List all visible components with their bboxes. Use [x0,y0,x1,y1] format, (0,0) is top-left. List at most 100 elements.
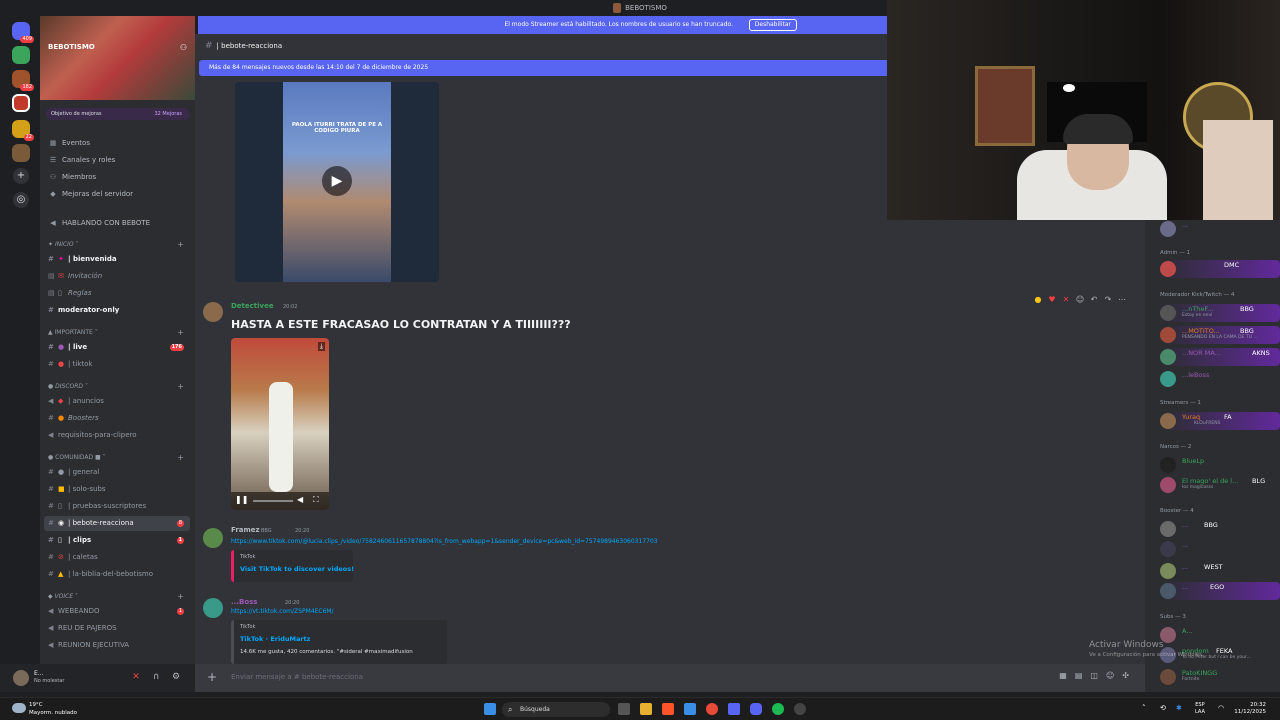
gif-icon[interactable]: ▤ [1075,671,1091,680]
avatar[interactable] [203,528,223,548]
composer-placeholder[interactable]: Enviar mensaje a # bebote-reacciona [231,673,363,681]
channel-live[interactable]: # ● | live 176 [44,340,190,355]
obs-icon[interactable] [794,703,806,715]
category-voice[interactable]: ◆ VOICE ˅ + [48,592,188,602]
gear-icon[interactable]: ⚙ [170,671,182,683]
server-name[interactable]: BEBOTISMO [48,43,95,51]
message-author[interactable]: Framez [231,526,260,534]
tray-chevron-icon[interactable]: ˄ [1142,704,1152,714]
download-icon[interactable]: ⤓ [317,342,325,351]
teams-icon[interactable] [728,703,740,715]
pause-icon[interactable]: ❚❚ [235,495,248,504]
category-comunidad[interactable]: ● COMUNIDAD ■ ˅ + [48,453,188,463]
member-item[interactable]: ... EGO [1160,582,1280,600]
store-icon[interactable] [684,703,696,715]
play-icon[interactable]: ▶ [322,166,352,196]
bluetooth-icon[interactable]: ✱ [1176,704,1186,714]
fullscreen-icon[interactable]: ⛶ [313,495,319,505]
emoji-icon[interactable]: ☺ [1106,671,1122,680]
sidebar-item-members[interactable]: ⚇ Miembros [48,170,188,184]
volume-icon[interactable]: ◀ [297,495,303,504]
category-discord[interactable]: ● DISCORD ˅ + [48,382,188,392]
add-channel-icon[interactable]: + [177,382,184,392]
add-channel-icon[interactable]: + [177,453,184,463]
disable-streamer-button[interactable]: Deshabilitar [748,19,797,31]
discover-icon[interactable]: ◎ [13,192,29,208]
channel-solo-subs[interactable]: # ■ | solo-subs [44,482,190,497]
message-link[interactable]: https://www.tiktok.com/@lucia.clips_/vid… [231,538,658,545]
reply-icon[interactable]: ↶ [1087,292,1101,308]
member-item[interactable]: DMC [1160,260,1280,278]
channel-clips[interactable]: # ▯ | clips 1 [44,533,190,548]
wifi-icon[interactable]: ◠ [1218,704,1228,714]
server-icon[interactable] [12,144,30,162]
member-item[interactable]: PatoKINGG Fortnite [1160,668,1280,686]
channel-invitacion[interactable]: ▤ ✉ Invitación [44,269,190,284]
embed-title[interactable]: TikTok · EriduMartz [240,635,310,643]
message-author[interactable]: ...Boss [231,598,257,606]
member-item[interactable]: ... WEST [1160,562,1280,580]
message-link[interactable]: https://vt.tiktok.com/ZSPM4EC6M/ [231,608,334,615]
apps-icon[interactable]: ✣ [1122,671,1137,680]
spotify-icon[interactable] [772,703,784,715]
mute-mic-icon[interactable]: ✕ [130,671,142,683]
member-item[interactable]: ... [1160,220,1280,238]
member-item[interactable]: ...NOR MA... AKNS [1160,348,1280,366]
avatar[interactable] [203,598,223,618]
channel-boosters[interactable]: # ● Boosters [44,411,190,426]
network-icon[interactable]: ⟲ [1160,704,1170,714]
forward-icon[interactable]: ↷ [1101,292,1115,308]
member-item[interactable]: ...nTheF... BBG Estoy en envi [1160,304,1280,322]
voice-webeando[interactable]: ◀ WEBEANDO 1 [44,604,190,619]
sticker-icon[interactable]: ◫ [1090,671,1106,680]
member-item[interactable]: Yuraq FA KLOuFRENS [1160,412,1280,430]
language-indicator[interactable]: ESP LAA [1195,702,1205,716]
brave-icon[interactable] [662,703,674,715]
add-channel-icon[interactable]: + [177,328,184,338]
taskbar-search[interactable]: ⌕ Búsqueda [502,702,610,717]
discord-icon[interactable] [750,703,762,715]
video-player[interactable]: ❚❚ ◀ ⛶ ⤓ [231,338,329,510]
sidebar-item-boosts[interactable]: ◆ Mejoras del servidor [48,187,188,201]
category-importante[interactable]: ▲ IMPORTANTE ˅ + [48,328,188,338]
reaction-x-icon[interactable]: ✕ [1059,292,1073,308]
member-item[interactable]: El mago' el de l... BLG los magicosss [1160,476,1280,494]
attach-plus-icon[interactable]: + [207,670,217,684]
channel-general[interactable]: # ● | general [44,465,190,480]
category-inicio[interactable]: ✦ INICIO ˅ + [48,240,188,250]
channel-bebote-reacciona[interactable]: # ◉ | bebote-reacciona 8 [44,516,190,531]
video-embed[interactable]: PAOLA ITURRI TRATA DE PE A CODIGO PIURA … [235,82,439,282]
message-composer[interactable]: + Enviar mensaje a # bebote-reacciona ▦▤… [195,664,1145,692]
add-server-icon[interactable]: + [13,168,29,184]
channel-moderator-only[interactable]: # moderator-only [44,303,190,318]
server-icon[interactable]: 182 [12,70,34,91]
start-icon[interactable] [484,703,496,715]
new-messages-bar[interactable]: Más de 84 mensajes nuevos desde las 14:1… [199,60,889,76]
video-progress[interactable] [253,500,293,502]
file-explorer-icon[interactable] [640,703,652,715]
server-icon[interactable]: 22 [12,120,34,141]
gift-icon[interactable]: ▦ [1059,671,1075,680]
reaction-laugh-icon[interactable]: ● [1031,292,1045,308]
add-channel-icon[interactable]: + [177,592,184,602]
server-icon-active[interactable] [12,94,30,112]
sidebar-item-events[interactable]: ▦ Eventos [48,136,188,150]
task-view-icon[interactable] [618,703,630,715]
add-channel-icon[interactable]: + [177,240,184,250]
channel-caletas[interactable]: # ⊘ | caletas [44,550,190,565]
member-item[interactable]: ...MOTITO... BBG PENSANDO EN LA CAMA DE TU… [1160,326,1280,344]
avatar[interactable] [203,302,223,322]
member-item[interactable]: BlueLp [1160,456,1280,474]
sidebar-item-channels-roles[interactable]: ☰ Canales y roles [48,153,188,167]
taskbar-clock[interactable]: 20:32 11/12/2025 [1234,702,1266,716]
more-icon[interactable]: ⋯ [1115,292,1129,308]
add-reaction-icon[interactable]: ☺ [1073,292,1087,308]
channel-bienvenida[interactable]: # ✦ | bienvenida [44,252,190,267]
member-item[interactable]: ...leBoss [1160,370,1280,388]
member-item[interactable]: ... BBG [1160,520,1280,538]
embed-title[interactable]: Visit TikTok to discover videos! [240,565,354,573]
channel-pruebas-suscriptores[interactable]: # ▯ | pruebas-suscriptores [44,499,190,514]
voice-reunion-ejecutiva[interactable]: ◀ REUNION EJECUTIVA [44,638,190,653]
chrome-icon[interactable] [706,703,718,715]
server-icon[interactable] [12,46,30,64]
